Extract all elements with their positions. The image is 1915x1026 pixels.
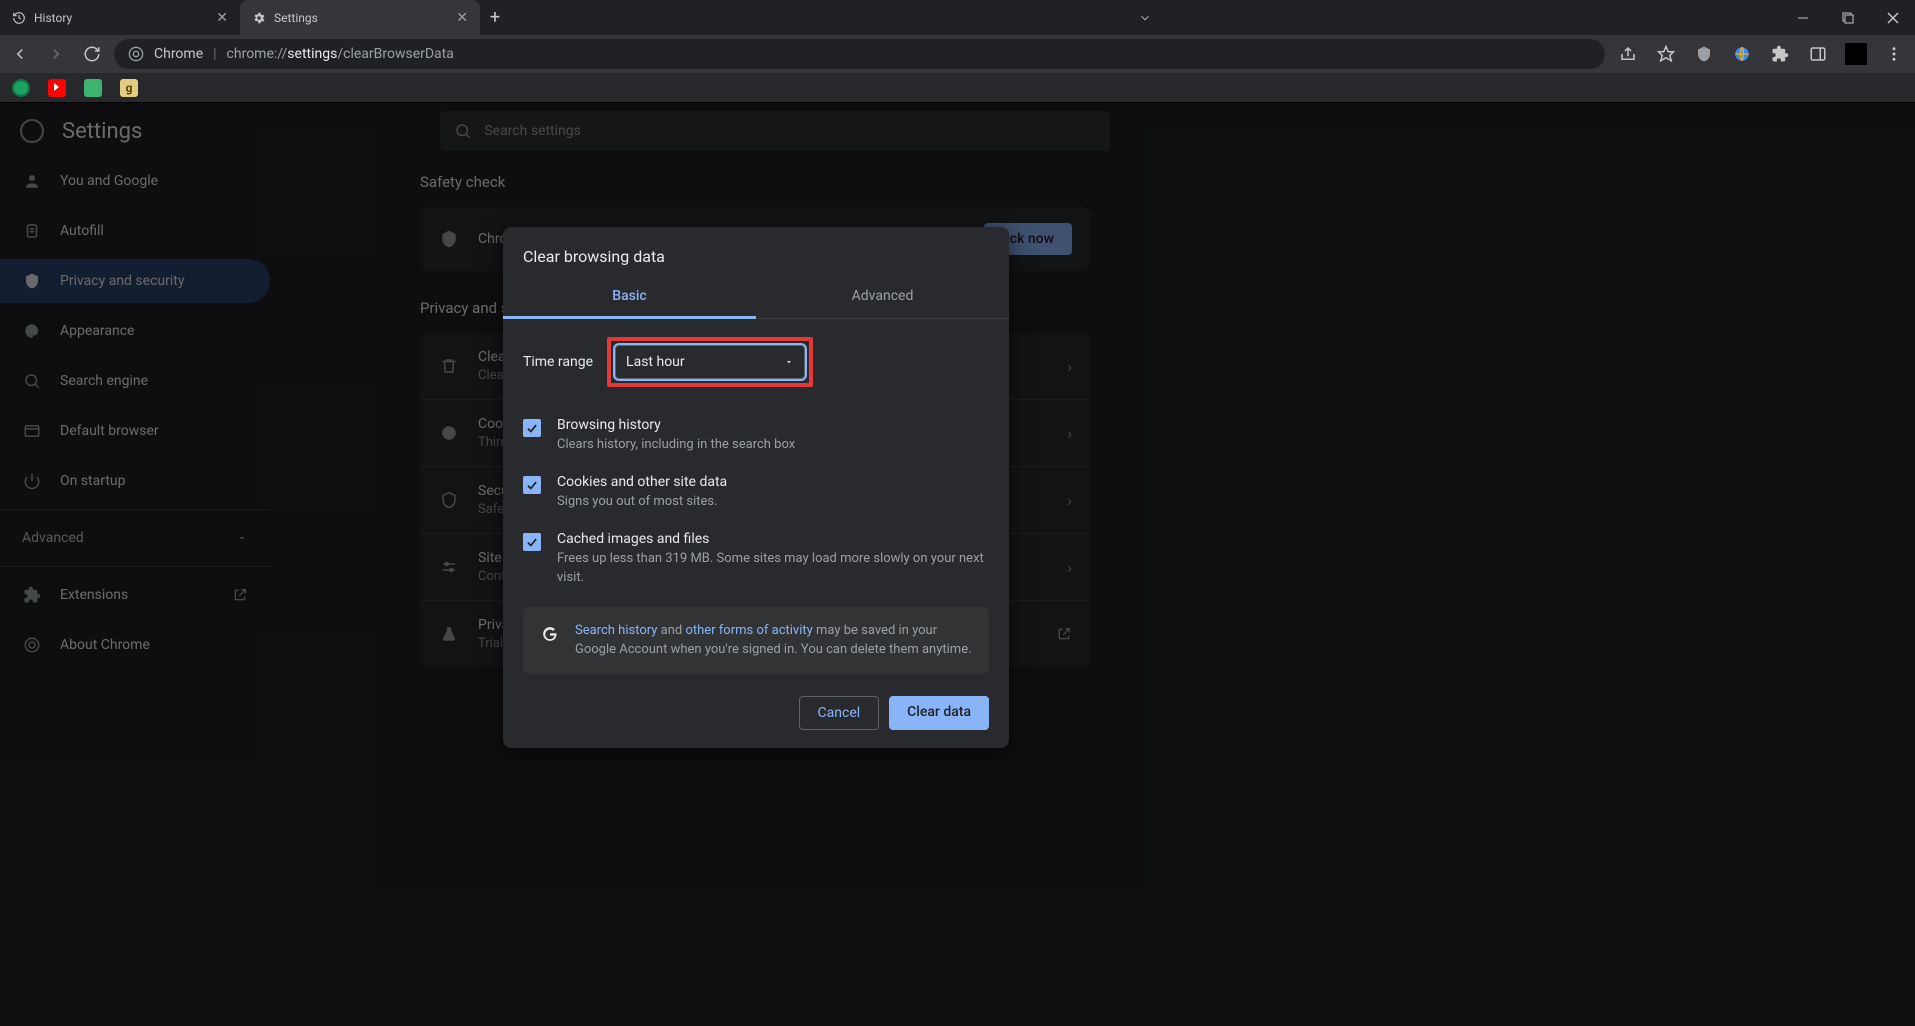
profile-avatar[interactable] bbox=[1841, 39, 1871, 69]
globe-extension-icon[interactable] bbox=[1727, 39, 1757, 69]
checkbox-checked-icon[interactable] bbox=[523, 419, 541, 437]
tab-advanced[interactable]: Advanced bbox=[756, 276, 1009, 318]
close-icon[interactable]: ✕ bbox=[216, 10, 228, 26]
bookmark-item[interactable] bbox=[84, 79, 102, 97]
option-cookies[interactable]: Cookies and other site data Signs you ou… bbox=[523, 464, 989, 521]
option-title: Browsing history bbox=[557, 417, 795, 433]
browser-toolbar: Chrome | chrome://settings/clearBrowserD… bbox=[0, 35, 1915, 73]
chevron-down-icon bbox=[784, 357, 794, 367]
google-account-info: Search history and other forms of activi… bbox=[523, 607, 989, 674]
close-icon[interactable]: ✕ bbox=[456, 10, 468, 26]
time-range-select[interactable]: Last hour bbox=[615, 345, 805, 379]
chrome-icon bbox=[128, 46, 144, 62]
tab-search-icon[interactable] bbox=[1125, 0, 1165, 35]
minimize-button[interactable] bbox=[1780, 0, 1825, 35]
bookmark-item[interactable] bbox=[48, 79, 66, 97]
new-tab-button[interactable]: + bbox=[480, 0, 510, 35]
share-icon[interactable] bbox=[1613, 39, 1643, 69]
history-icon bbox=[12, 11, 26, 25]
origin-label: Chrome bbox=[154, 46, 203, 62]
sidepanel-icon[interactable] bbox=[1803, 39, 1833, 69]
forward-button[interactable] bbox=[42, 40, 70, 68]
select-value: Last hour bbox=[626, 354, 685, 370]
checkbox-checked-icon[interactable] bbox=[523, 533, 541, 551]
other-activity-link[interactable]: other forms of activity bbox=[685, 623, 812, 638]
page-content: Settings Search settings You and Google … bbox=[0, 103, 1915, 1026]
option-browsing-history[interactable]: Browsing history Clears history, includi… bbox=[523, 407, 989, 464]
info-text: Search history and other forms of activi… bbox=[575, 621, 973, 660]
browser-tab-history[interactable]: History ✕ bbox=[0, 0, 240, 35]
extensions-icon[interactable] bbox=[1765, 39, 1795, 69]
shield-extension-icon[interactable] bbox=[1689, 39, 1719, 69]
option-subtitle: Frees up less than 319 MB. Some sites ma… bbox=[557, 550, 989, 586]
reload-button[interactable] bbox=[78, 40, 106, 68]
option-title: Cookies and other site data bbox=[557, 474, 727, 490]
address-bar[interactable]: Chrome | chrome://settings/clearBrowserD… bbox=[114, 39, 1605, 69]
option-subtitle: Signs you out of most sites. bbox=[557, 493, 727, 511]
google-logo-icon bbox=[539, 623, 561, 645]
dialog-tabs: Basic Advanced bbox=[503, 276, 1009, 319]
tab-basic[interactable]: Basic bbox=[503, 276, 756, 319]
highlight-box: Last hour bbox=[607, 337, 813, 387]
menu-icon[interactable] bbox=[1879, 39, 1909, 69]
dialog-title: Clear browsing data bbox=[503, 227, 1009, 276]
clear-browsing-data-dialog: Clear browsing data Basic Advanced Time … bbox=[503, 227, 1009, 748]
url-text: chrome://settings/clearBrowserData bbox=[227, 46, 454, 62]
time-range-label: Time range bbox=[523, 354, 593, 370]
separator: | bbox=[213, 46, 216, 62]
option-subtitle: Clears history, including in the search … bbox=[557, 436, 795, 454]
cancel-button[interactable]: Cancel bbox=[799, 696, 880, 730]
search-history-link[interactable]: Search history bbox=[575, 623, 657, 638]
back-button[interactable] bbox=[6, 40, 34, 68]
bookmark-icon[interactable] bbox=[1651, 39, 1681, 69]
bookmark-bar: g bbox=[0, 73, 1915, 103]
gear-icon bbox=[252, 11, 266, 25]
maximize-button[interactable] bbox=[1825, 0, 1870, 35]
clear-data-button[interactable]: Clear data bbox=[889, 696, 989, 730]
window-titlebar: History ✕ Settings ✕ + bbox=[0, 0, 1915, 35]
option-cached-images[interactable]: Cached images and files Frees up less th… bbox=[523, 521, 989, 596]
tab-title: Settings bbox=[274, 11, 318, 25]
bookmark-item[interactable] bbox=[12, 79, 30, 97]
browser-tab-settings[interactable]: Settings ✕ bbox=[240, 0, 480, 35]
option-title: Cached images and files bbox=[557, 531, 989, 547]
tab-title: History bbox=[34, 11, 72, 25]
checkbox-checked-icon[interactable] bbox=[523, 476, 541, 494]
close-window-button[interactable] bbox=[1870, 0, 1915, 35]
bookmark-item[interactable]: g bbox=[120, 79, 138, 97]
